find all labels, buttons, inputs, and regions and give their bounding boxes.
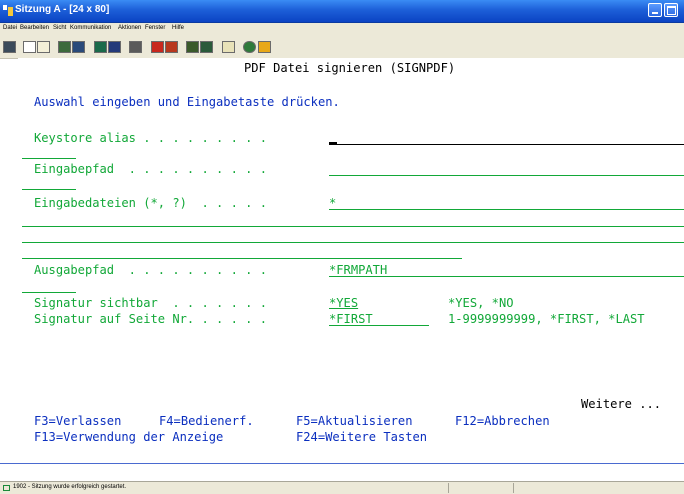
- field-separator: [22, 242, 684, 243]
- macro-icon[interactable]: [129, 41, 142, 53]
- app-icon: [3, 5, 13, 16]
- maximize-button[interactable]: [664, 3, 678, 17]
- field-separator: [22, 226, 684, 227]
- ausgabepfad-label: Ausgabepfad . . . . . . . . . .: [34, 263, 267, 277]
- text-cursor: [329, 142, 337, 144]
- keystore-field[interactable]: [329, 144, 684, 145]
- display-icon[interactable]: [94, 41, 107, 53]
- signatur-sichtbar-hint: *YES, *NO: [448, 296, 514, 310]
- status-divider: [513, 483, 514, 493]
- ausgabepfad-field[interactable]: [329, 276, 684, 277]
- connection-status-icon: [3, 485, 10, 491]
- transfer-icon[interactable]: [200, 41, 213, 53]
- send-file-icon[interactable]: [58, 41, 71, 53]
- menu-sicht[interactable]: Sicht: [53, 25, 66, 31]
- menu-hilfe[interactable]: Hilfe: [172, 25, 184, 31]
- fkey-f13[interactable]: F13=Verwendung der Anzeige: [34, 430, 223, 444]
- eingabedateien-field-value[interactable]: *: [329, 196, 336, 210]
- menu-datei[interactable]: Datei: [3, 25, 17, 31]
- stop-icon[interactable]: [165, 41, 178, 53]
- signatur-sichtbar-label: Signatur sichtbar . . . . . . .: [34, 296, 267, 310]
- clipboard-icon[interactable]: [222, 41, 235, 53]
- window-title-bar[interactable]: Sitzung A - [24 x 80]: [0, 0, 684, 23]
- receive-file-icon[interactable]: [72, 41, 85, 53]
- keypad-icon[interactable]: [108, 41, 121, 53]
- menu-fenster[interactable]: Fenster: [145, 25, 165, 31]
- fkey-f5[interactable]: F5=Aktualisieren: [296, 414, 413, 428]
- field-separator: [22, 292, 76, 293]
- fkey-f12[interactable]: F12=Abbrechen: [455, 414, 550, 428]
- status-bar: 1902 - Sitzung wurde erfolgreich gestart…: [0, 481, 684, 494]
- eingabepfad-field[interactable]: [329, 175, 684, 176]
- menu-bar: Datei Bearbeiten Sicht Kommunikation Akt…: [0, 23, 684, 36]
- copy-icon[interactable]: [23, 41, 36, 53]
- toolbar: [0, 36, 684, 59]
- signatur-seite-hint: 1-9999999999, *FIRST, *LAST: [448, 312, 645, 326]
- signatur-sichtbar-field[interactable]: *YES: [329, 296, 358, 310]
- minimize-button[interactable]: [648, 3, 662, 17]
- eingabepfad-label: Eingabepfad . . . . . . . . . .: [34, 162, 267, 176]
- status-message: 1902 - Sitzung wurde erfolgreich gestart…: [13, 484, 127, 490]
- ausgabepfad-field-value[interactable]: *FRMPATH: [329, 263, 387, 277]
- field-separator: [22, 189, 76, 190]
- signatur-seite-label: Signatur auf Seite Nr. . . . . .: [34, 312, 267, 326]
- field-separator: [22, 158, 76, 159]
- fkey-f4[interactable]: F4=Bedienerf.: [159, 414, 254, 428]
- field-separator: [22, 258, 462, 259]
- edit-icon[interactable]: [258, 41, 271, 53]
- fkey-f24[interactable]: F24=Weitere Tasten: [296, 430, 427, 444]
- eingabedateien-field[interactable]: [329, 209, 684, 210]
- record-icon[interactable]: [151, 41, 164, 53]
- paste-icon[interactable]: [37, 41, 50, 53]
- menu-aktionen[interactable]: Aktionen: [118, 25, 141, 31]
- keystore-label: Keystore alias . . . . . . . . .: [34, 131, 267, 145]
- screen-instruction: Auswahl eingeben und Eingabetaste drücke…: [34, 95, 340, 109]
- menu-kommunikation[interactable]: Kommunikation: [70, 25, 111, 31]
- globe-icon[interactable]: [243, 41, 256, 53]
- fkey-f3[interactable]: F3=Verlassen: [34, 414, 121, 428]
- screen-title: PDF Datei signieren (SIGNPDF): [244, 61, 456, 75]
- terminal-screen[interactable]: PDF Datei signieren (SIGNPDF) Auswahl ei…: [0, 58, 684, 464]
- more-indicator: Weitere ...: [581, 397, 662, 411]
- eingabedateien-label: Eingabedateien (*, ?) . . . . .: [34, 196, 267, 210]
- status-divider: [448, 483, 449, 493]
- play-icon[interactable]: [186, 41, 199, 53]
- print-screen-icon[interactable]: [3, 41, 16, 53]
- signatur-seite-field-value[interactable]: *FIRST: [329, 312, 373, 326]
- screen-bottom-rule: [0, 463, 684, 464]
- window-title: Sitzung A - [24 x 80]: [15, 4, 110, 15]
- signatur-seite-field[interactable]: [329, 325, 429, 326]
- menu-bearbeiten[interactable]: Bearbeiten: [20, 25, 49, 31]
